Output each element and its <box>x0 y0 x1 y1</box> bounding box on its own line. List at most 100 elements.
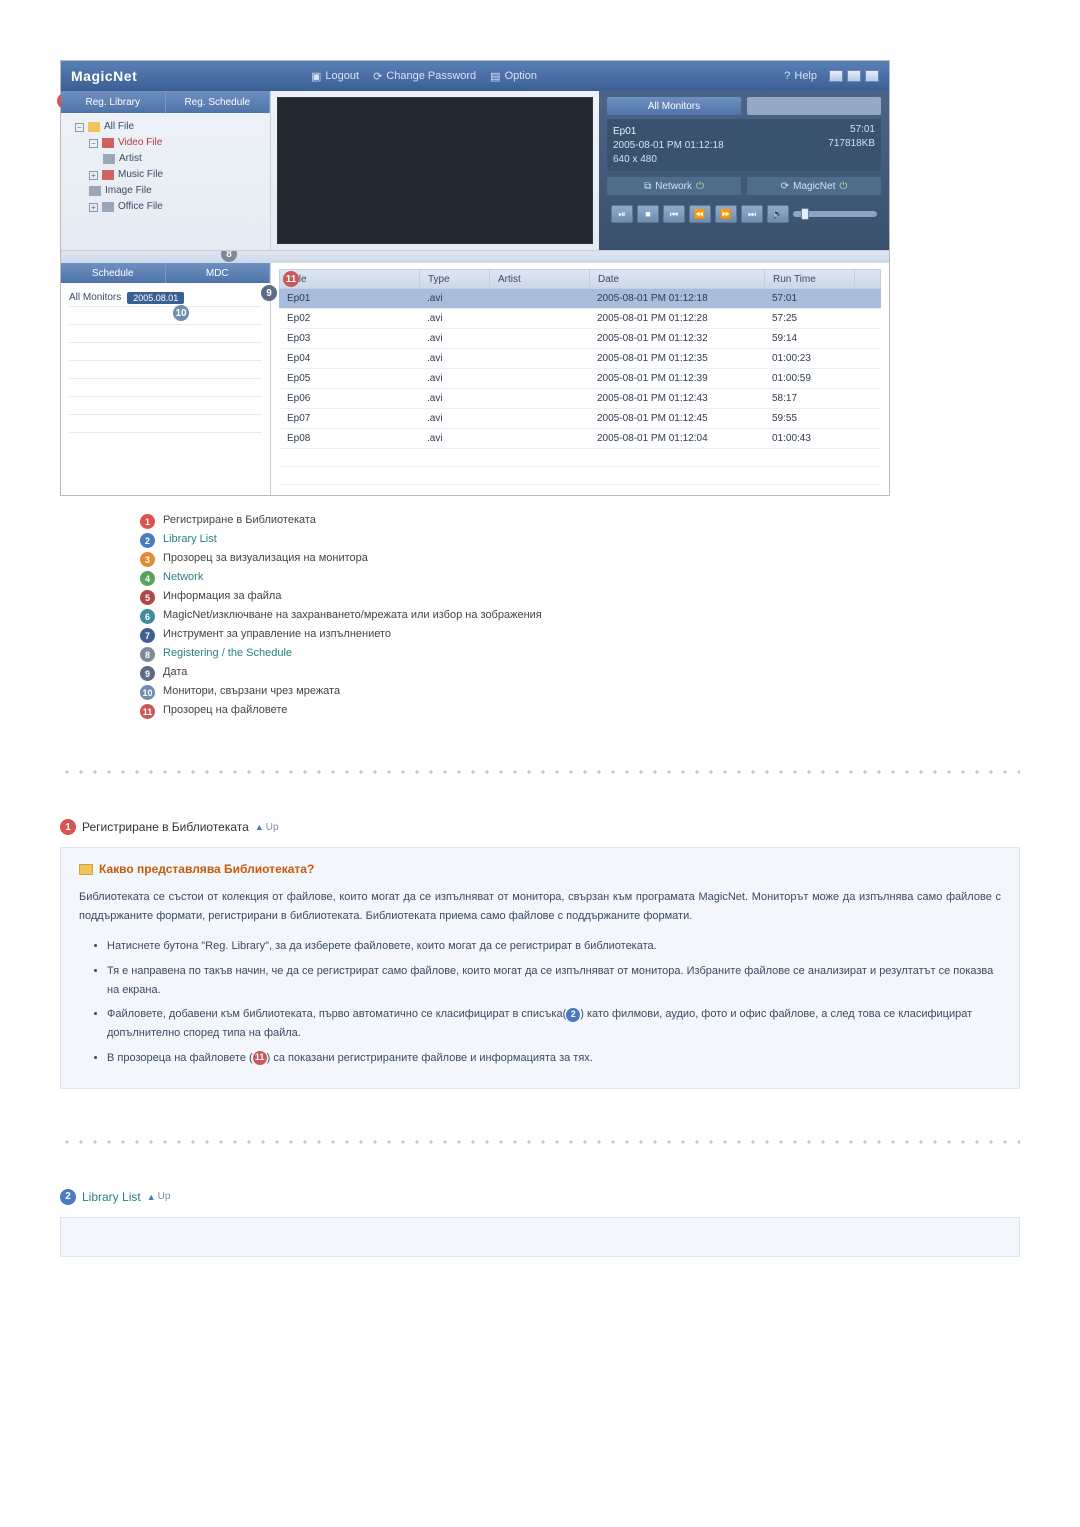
minimize-button[interactable] <box>829 70 843 82</box>
col-artist[interactable]: Artist <box>490 270 590 288</box>
section-2-box <box>60 1217 1020 1257</box>
legend-badge: 4 <box>140 571 155 586</box>
table-row[interactable]: Ep06.avi2005-08-01 PM 01:12:4358:17 <box>279 389 881 409</box>
tree-music-file[interactable]: +Music File <box>71 167 262 183</box>
magicnet-window: 1 2 3 4 5 6 7 8 9 10 11 MagicNet ▣ Logou… <box>60 60 890 496</box>
table-row[interactable]: Ep07.avi2005-08-01 PM 01:12:4559:55 <box>279 409 881 429</box>
tab-secondary[interactable] <box>747 97 881 115</box>
callout-9: 9 <box>261 285 277 301</box>
tree-video-file[interactable]: −Video File <box>71 135 262 151</box>
volume-slider[interactable] <box>793 211 877 217</box>
legend-badge: 7 <box>140 628 155 643</box>
play-pause-button[interactable]: ⏯ <box>611 205 633 223</box>
legend-text: Монитори, свързани чрез мрежата <box>163 685 340 697</box>
titlebar: MagicNet ▣ Logout ⟳ Change Password ▤ Op… <box>61 61 889 91</box>
cell-date: 2005-08-01 PM 01:12:28 <box>589 313 764 324</box>
col-title[interactable]: Title <box>280 270 420 288</box>
schedule-label: All Monitors <box>69 292 121 303</box>
tab-reg-library[interactable]: Reg. Library <box>61 91 166 113</box>
maximize-button[interactable] <box>847 70 861 82</box>
table-row[interactable]: Ep08.avi2005-08-01 PM 01:12:0401:00:43 <box>279 429 881 449</box>
tree-image-file[interactable]: Image File <box>71 183 262 199</box>
section-2-heading: 2 Library List ▲Up <box>60 1189 1020 1205</box>
callout-legend: 1Регистриране в Библиотеката2Library Lis… <box>60 514 1020 719</box>
table-row[interactable]: Ep02.avi2005-08-01 PM 01:12:2857:25 <box>279 309 881 329</box>
legend-item: 4 Network <box>140 571 1020 586</box>
table-row[interactable]: Ep03.avi2005-08-01 PM 01:12:3259:14 <box>279 329 881 349</box>
cell-title: Ep03 <box>279 333 419 344</box>
tree-artist[interactable]: Artist <box>71 151 262 167</box>
schedule-row[interactable]: All Monitors 2005.08.01 <box>69 289 262 307</box>
legend-text: Network <box>163 571 203 583</box>
col-run[interactable]: Run Time <box>765 270 855 288</box>
separator <box>60 759 1020 779</box>
schedule-empty-row <box>69 325 262 343</box>
change-password-button[interactable]: ⟳ Change Password <box>373 70 476 83</box>
cell-title: Ep05 <box>279 373 419 384</box>
cell-title: Ep04 <box>279 353 419 364</box>
option-button[interactable]: ▤ Option <box>490 70 537 83</box>
badge-1: 1 <box>60 819 76 835</box>
legend-item: 3Прозорец за визуализация на монитора <box>140 552 1020 567</box>
section-1-heading: 1 Регистриране в Библиотеката ▲Up <box>60 819 1020 835</box>
file-runtime: 57:01 <box>828 123 875 137</box>
table-row[interactable]: Ep04.avi2005-08-01 PM 01:12:3501:00:23 <box>279 349 881 369</box>
cell-run: 01:00:59 <box>764 373 854 384</box>
tab-mdc[interactable]: MDC <box>166 263 271 283</box>
box-title: Какво представлява Библиотеката? <box>79 862 1001 876</box>
mute-button[interactable]: 🔈 <box>767 205 789 223</box>
table-row[interactable]: Ep01.avi2005-08-01 PM 01:12:1857:01 <box>279 289 881 309</box>
tree-office-file[interactable]: +Office File <box>71 199 262 215</box>
legend-text: Library List <box>163 533 217 545</box>
tree-all-file[interactable]: −All File <box>71 119 262 135</box>
prev-button[interactable]: ⏮ <box>663 205 685 223</box>
col-type[interactable]: Type <box>420 270 490 288</box>
forward-button[interactable]: ⏩ <box>715 205 737 223</box>
legend-text: Прозорец за визуализация на монитора <box>163 552 368 564</box>
inline-badge-2: 2 <box>566 1008 580 1022</box>
section-2-title: Library List <box>82 1190 141 1204</box>
cell-type: .avi <box>419 333 489 344</box>
help-button[interactable]: ? Help <box>784 70 817 82</box>
stop-button[interactable]: ■ <box>637 205 659 223</box>
up-link[interactable]: ▲Up <box>255 822 279 833</box>
tab-reg-schedule[interactable]: Reg. Schedule <box>166 91 271 113</box>
tab-all-monitors[interactable]: All Monitors <box>607 97 741 115</box>
legend-badge: 9 <box>140 666 155 681</box>
cell-type: .avi <box>419 373 489 384</box>
cell-title: Ep06 <box>279 393 419 404</box>
next-button[interactable]: ⏭ <box>741 205 763 223</box>
cell-type: .avi <box>419 393 489 404</box>
legend-text: MagicNet/изключване на захранването/мреж… <box>163 609 542 621</box>
table-row[interactable]: Ep05.avi2005-08-01 PM 01:12:3901:00:59 <box>279 369 881 389</box>
chip-magicnet[interactable]: ⟳MagicNet⏻ <box>747 177 881 195</box>
legend-badge: 8 <box>140 647 155 662</box>
playback-controls: ⏯ ■ ⏮ ⏪ ⏩ ⏭ 🔈 <box>607 205 881 223</box>
close-button[interactable] <box>865 70 879 82</box>
cell-date: 2005-08-01 PM 01:12:45 <box>589 413 764 424</box>
cell-title: Ep07 <box>279 413 419 424</box>
cell-date: 2005-08-01 PM 01:12:04 <box>589 433 764 444</box>
legend-badge: 6 <box>140 609 155 624</box>
file-resolution: 640 x 480 <box>613 153 875 167</box>
tab-schedule[interactable]: Schedule <box>61 263 166 283</box>
cell-run: 01:00:23 <box>764 353 854 364</box>
cell-run: 59:55 <box>764 413 854 424</box>
col-date[interactable]: Date <box>590 270 765 288</box>
cell-title: Ep02 <box>279 313 419 324</box>
legend-text: Информация за файла <box>163 590 281 602</box>
legend-badge: 10 <box>140 685 155 700</box>
cell-type: .avi <box>419 293 489 304</box>
legend-item: 6 MagicNet/изключване на захранването/мре… <box>140 609 1020 624</box>
legend-item: 7Инструмент за управление на изпълнениет… <box>140 628 1020 643</box>
list-item: Тя е направена по такъв начин, че да се … <box>107 962 1001 999</box>
legend-item: 9Дата <box>140 666 1020 681</box>
logout-button[interactable]: ▣ Logout <box>311 70 359 83</box>
chip-network[interactable]: ⧉Network⏻ <box>607 177 741 195</box>
legend-item: 8Registering / the Schedule <box>140 647 1020 662</box>
rewind-button[interactable]: ⏪ <box>689 205 711 223</box>
up-link[interactable]: ▲Up <box>147 1191 171 1202</box>
legend-badge: 11 <box>140 704 155 719</box>
schedule-date: 2005.08.01 <box>127 292 184 304</box>
cell-run: 01:00:43 <box>764 433 854 444</box>
